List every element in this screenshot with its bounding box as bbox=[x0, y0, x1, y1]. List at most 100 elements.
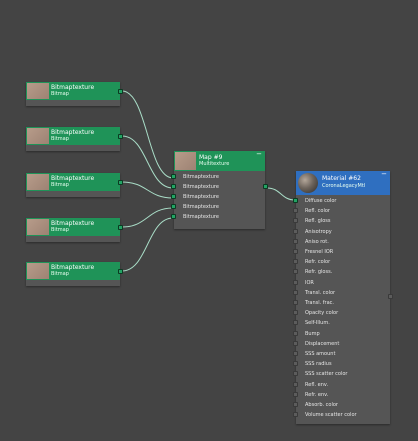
input-port[interactable] bbox=[293, 238, 298, 244]
material-slot[interactable]: Self-Illum. bbox=[293, 318, 390, 328]
bitmap-node-1[interactable]: Bitmaptexture Bitmap bbox=[26, 82, 123, 106]
node-title: Material #62 bbox=[322, 175, 361, 182]
slot-label: Absorb. color bbox=[305, 402, 338, 408]
node-subtitle: Multitexture bbox=[199, 161, 230, 167]
slot-label: Diffuse color bbox=[305, 198, 337, 204]
slot-label: Bitmaptexture bbox=[183, 204, 219, 210]
input-port[interactable] bbox=[171, 184, 176, 189]
input-port[interactable] bbox=[293, 340, 298, 346]
input-port[interactable] bbox=[293, 300, 298, 305]
multitexture-node[interactable]: Map #9 Multitexture − Bitmaptexture Bitm… bbox=[171, 151, 268, 229]
slot-label: SSS amount bbox=[305, 351, 336, 357]
material-slot[interactable]: Refl. gloss bbox=[293, 216, 390, 226]
input-port[interactable] bbox=[293, 269, 298, 275]
output-port[interactable] bbox=[388, 294, 393, 299]
slot-label: Bitmaptexture bbox=[183, 194, 219, 200]
material-slot[interactable]: SSS scatter color bbox=[293, 369, 390, 379]
slot-label: Volume scatter color bbox=[305, 412, 357, 419]
material-preview-sphere bbox=[298, 173, 318, 193]
input-port[interactable] bbox=[293, 218, 298, 224]
material-slot[interactable]: Refr. env. bbox=[293, 390, 390, 400]
slot-label: SSS radius bbox=[305, 361, 332, 368]
input-slot[interactable]: Bitmaptexture bbox=[171, 172, 265, 182]
output-port[interactable] bbox=[118, 134, 123, 139]
input-slot[interactable]: Bitmaptexture bbox=[171, 192, 265, 202]
input-port[interactable] bbox=[293, 371, 298, 377]
material-slot[interactable]: Bump bbox=[293, 329, 390, 339]
node-subtitle: Bitmap bbox=[51, 227, 69, 233]
node-title: Bitmaptexture bbox=[51, 84, 95, 91]
input-slot[interactable]: Bitmaptexture bbox=[171, 202, 265, 212]
input-slot[interactable]: Bitmaptexture bbox=[171, 212, 265, 222]
input-port[interactable] bbox=[293, 310, 298, 316]
material-slot[interactable]: Anisotropy bbox=[293, 227, 390, 237]
bitmap-node-4[interactable]: Bitmaptexture Bitmap bbox=[26, 218, 123, 242]
slot-label: Fresnel IOR bbox=[305, 249, 334, 255]
material-slot[interactable]: Displacement bbox=[293, 339, 390, 349]
input-port[interactable] bbox=[293, 249, 298, 254]
material-slot[interactable]: Transl. color bbox=[293, 288, 390, 298]
slot-label: Refl. color bbox=[305, 208, 330, 215]
input-port[interactable] bbox=[293, 351, 298, 356]
node-editor-canvas[interactable]: Bitmaptexture Bitmap Bitmaptexture Bitma… bbox=[0, 0, 418, 441]
texture-thumbnail-icon bbox=[27, 174, 49, 190]
material-slot[interactable]: Opacity color bbox=[293, 308, 390, 318]
connection-wire bbox=[121, 217, 174, 272]
minimize-button[interactable]: − bbox=[256, 151, 262, 158]
input-port[interactable] bbox=[293, 320, 298, 326]
minimize-button[interactable]: − bbox=[381, 171, 387, 178]
input-port[interactable] bbox=[293, 391, 298, 397]
material-slot[interactable]: Aniso rot. bbox=[293, 237, 390, 247]
input-port[interactable] bbox=[293, 208, 298, 214]
material-slot[interactable]: Fresnel IOR bbox=[293, 247, 390, 257]
material-slot[interactable]: Diffuse color bbox=[293, 196, 390, 206]
input-port[interactable] bbox=[293, 412, 298, 418]
node-subtitle: CoronaLegacyMtl bbox=[322, 183, 366, 189]
output-port[interactable] bbox=[118, 269, 123, 274]
bitmap-node-5[interactable]: Bitmaptexture Bitmap bbox=[26, 262, 123, 286]
output-port[interactable] bbox=[118, 225, 123, 230]
slot-label: Opacity color bbox=[305, 310, 339, 317]
material-slot[interactable]: Transl. frac. bbox=[293, 298, 390, 308]
node-title: Bitmaptexture bbox=[51, 129, 95, 136]
slot-label: Transl. color bbox=[305, 289, 336, 296]
input-port[interactable] bbox=[171, 204, 176, 209]
output-port[interactable] bbox=[118, 89, 123, 94]
connection-wire bbox=[121, 181, 174, 199]
input-port[interactable] bbox=[171, 174, 176, 179]
input-port[interactable] bbox=[293, 402, 298, 407]
input-port[interactable] bbox=[293, 198, 298, 203]
material-slot[interactable]: SSS amount bbox=[293, 349, 390, 359]
texture-thumbnail-icon bbox=[27, 219, 49, 235]
input-port[interactable] bbox=[293, 279, 298, 285]
input-port[interactable] bbox=[293, 289, 298, 295]
bitmap-node-3[interactable]: Bitmaptexture Bitmap bbox=[26, 173, 123, 197]
material-slot[interactable]: SSS radius bbox=[293, 359, 390, 369]
bitmap-node-2[interactable]: Bitmaptexture Bitmap bbox=[26, 127, 123, 151]
input-port[interactable] bbox=[293, 381, 298, 387]
material-slot[interactable]: Refr. color bbox=[293, 257, 390, 267]
material-slot[interactable]: Absorb. color bbox=[293, 400, 390, 410]
slot-label: SSS scatter color bbox=[305, 371, 348, 378]
material-slot[interactable]: Volume scatter color bbox=[293, 410, 390, 420]
slot-label: Refl. env. bbox=[305, 381, 329, 388]
input-port[interactable] bbox=[293, 330, 298, 336]
material-slot[interactable]: Refr. gloss. bbox=[293, 267, 390, 277]
input-port[interactable] bbox=[171, 214, 176, 219]
material-slot-list: Diffuse color Refl. color Refl. gloss Aniso… bbox=[293, 195, 390, 424]
material-slot[interactable]: Refl. env. bbox=[293, 380, 390, 390]
material-slot[interactable]: Refl. color bbox=[293, 206, 390, 216]
input-port[interactable] bbox=[293, 228, 298, 234]
texture-thumbnail-icon bbox=[175, 152, 196, 170]
input-slot[interactable]: Bitmaptexture bbox=[171, 182, 265, 192]
output-port[interactable] bbox=[118, 180, 123, 185]
slot-label: Bitmaptexture bbox=[183, 184, 219, 190]
input-port[interactable] bbox=[293, 259, 298, 265]
input-port[interactable] bbox=[293, 361, 298, 367]
slot-label: Anisotropy bbox=[305, 228, 332, 235]
material-slot[interactable]: IOR bbox=[293, 278, 390, 288]
input-port[interactable] bbox=[171, 194, 176, 199]
node-subtitle: Bitmap bbox=[51, 271, 69, 277]
output-port[interactable] bbox=[263, 184, 268, 189]
material-node[interactable]: Material #62 CoronaLegacyMtl − Diffuse c… bbox=[293, 171, 393, 424]
